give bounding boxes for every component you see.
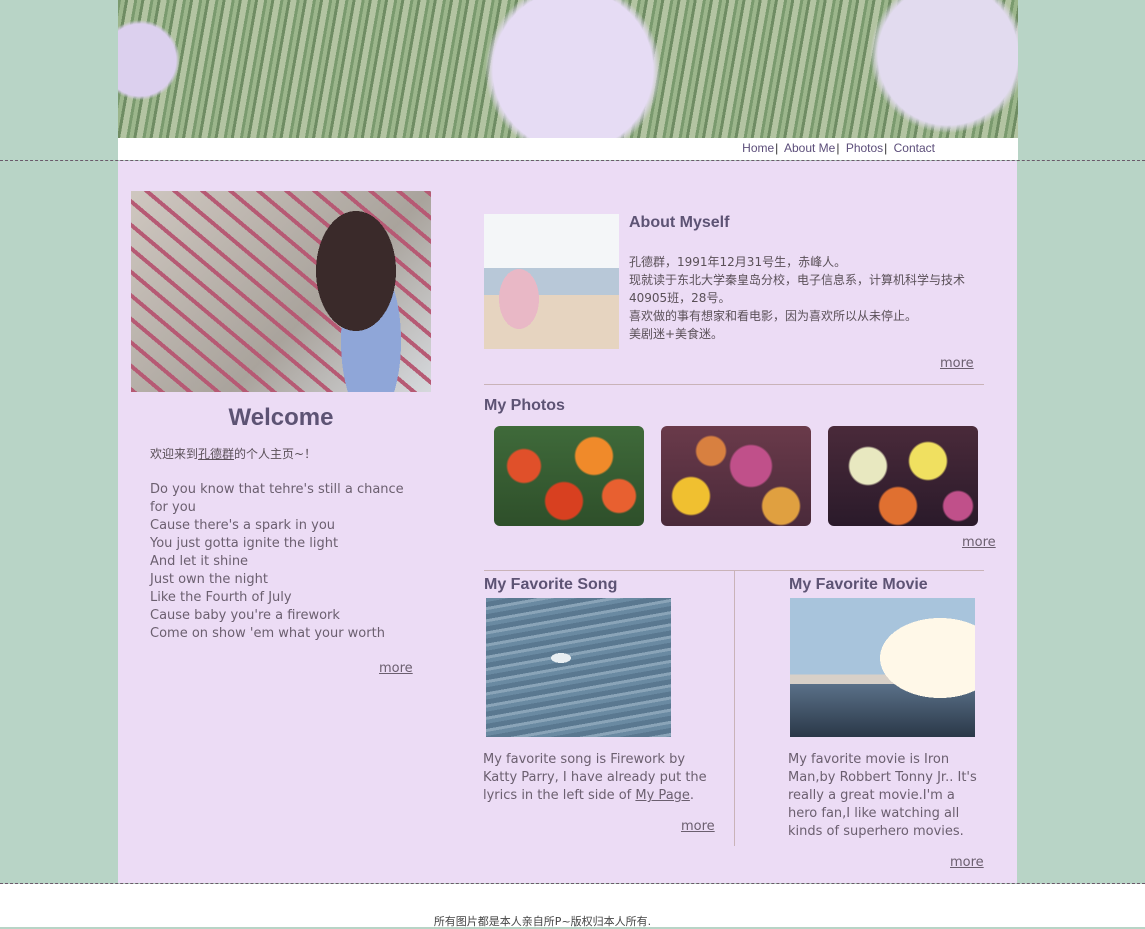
- movie-text: My favorite movie is Iron Man,by Robbert…: [788, 752, 977, 839]
- lyric-line: And let it shine: [150, 554, 249, 569]
- my-page-link[interactable]: My Page: [635, 788, 690, 803]
- about-photo: [484, 214, 619, 349]
- nav-home-link[interactable]: Home: [742, 141, 774, 155]
- nav-photos-link[interactable]: Photos: [846, 141, 883, 155]
- lyric-line: Do you know that tehre's still a chance: [150, 482, 404, 497]
- photo-thumbnail-3[interactable]: [828, 426, 978, 526]
- nav-about-link[interactable]: About Me: [784, 141, 835, 155]
- lyric-line: for you: [150, 500, 196, 515]
- nav-separator: |: [884, 141, 888, 155]
- column-divider: [734, 570, 735, 846]
- profile-photo: [131, 191, 431, 392]
- lyric-line: You just gotta ignite the light: [150, 536, 339, 551]
- nav-bar: Home| About Me| Photos| Contact: [118, 138, 1018, 160]
- movie-photo: [790, 598, 975, 737]
- welcome-title: Welcome: [228, 404, 334, 431]
- nav-separator: |: [836, 141, 840, 155]
- about-more-link[interactable]: more: [940, 356, 974, 371]
- song-text-end: .: [689, 788, 695, 803]
- about-title: About Myself: [629, 214, 730, 231]
- movie-title: My Favorite Movie: [789, 576, 928, 593]
- owner-name-link[interactable]: 孔德群: [198, 447, 234, 461]
- photo-thumbnail-1[interactable]: [494, 426, 644, 526]
- song-title: My Favorite Song: [484, 576, 618, 593]
- song-text: My favorite song is Firework by Katty Pa…: [483, 751, 718, 805]
- lyric-line: Just own the night: [150, 572, 268, 587]
- welcome-intro-suffix: 的个人主页~！: [234, 447, 317, 461]
- welcome-intro-prefix: 欢迎来到: [150, 447, 199, 461]
- lyric-line: Like the Fourth of July: [150, 590, 292, 605]
- song-more-link[interactable]: more: [681, 819, 715, 834]
- nav-contact-link[interactable]: Contact: [894, 141, 935, 155]
- lyric-line: Cause baby you're a firework: [150, 608, 340, 623]
- content-panel: Welcome 欢迎来到孔德群的个人主页~！ Do you know that …: [118, 161, 1017, 883]
- movie-more-link[interactable]: more: [950, 855, 984, 870]
- about-line: 孔德群，1991年12月31号生，赤峰人。: [629, 255, 847, 269]
- header-banner-image: [118, 0, 1018, 138]
- lyric-line: Cause there's a spark in you: [150, 518, 336, 533]
- photo-thumbnail-2[interactable]: [661, 426, 811, 526]
- welcome-intro: 欢迎来到孔德群的个人主页~！: [150, 445, 430, 463]
- section-divider: [484, 384, 984, 385]
- lyric-line: Come on show 'em what your worth: [150, 626, 385, 641]
- nav-separator: |: [775, 141, 779, 155]
- about-line: 40905班，28号。: [629, 291, 731, 305]
- about-line: 现就读于东北大学秦皇岛分校，电子信息系，计算机科学与技术: [629, 273, 966, 287]
- welcome-more-link[interactable]: more: [379, 661, 413, 676]
- song-photo: [486, 598, 671, 737]
- main-nav: Home| About Me| Photos| Contact: [742, 141, 935, 155]
- lyrics-block: Do you know that tehre's still a chance …: [150, 481, 430, 643]
- about-text: 孔德群，1991年12月31号生，赤峰人。 现就读于东北大学秦皇岛分校，电子信息…: [629, 253, 989, 343]
- about-line: 美剧迷+美食迷。: [629, 327, 724, 341]
- about-line: 喜欢做的事有想家和看电影，因为喜欢所以从未停止。: [629, 309, 918, 323]
- photos-title: My Photos: [484, 397, 565, 414]
- photos-more-link[interactable]: more: [962, 535, 996, 550]
